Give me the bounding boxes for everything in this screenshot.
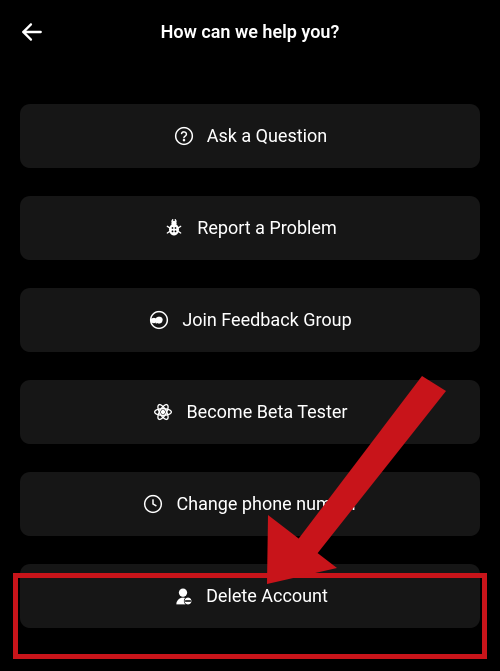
become-beta-tester-button[interactable]: Become Beta Tester (20, 380, 480, 444)
option-label: Report a Problem (197, 218, 337, 239)
delete-user-icon (172, 585, 194, 607)
options-list: Ask a Question Report a Problem (0, 64, 500, 628)
chat-bubble-icon (148, 309, 170, 331)
option-label: Change phone number (176, 494, 357, 515)
option-label: Delete Account (206, 586, 328, 607)
change-phone-number-button[interactable]: Change phone number (20, 472, 480, 536)
report-problem-button[interactable]: Report a Problem (20, 196, 480, 260)
bug-icon (163, 217, 185, 239)
option-label: Become Beta Tester (186, 402, 347, 423)
atom-icon (152, 401, 174, 423)
page-title: How can we help you? (161, 22, 340, 43)
question-circle-icon (173, 125, 195, 147)
clock-icon (142, 493, 164, 515)
delete-account-button[interactable]: Delete Account (20, 564, 480, 628)
header: How can we help you? (0, 0, 500, 64)
ask-question-button[interactable]: Ask a Question (20, 104, 480, 168)
back-button[interactable] (18, 18, 46, 46)
option-label: Ask a Question (207, 126, 328, 147)
join-feedback-group-button[interactable]: Join Feedback Group (20, 288, 480, 352)
option-label: Join Feedback Group (182, 310, 351, 331)
